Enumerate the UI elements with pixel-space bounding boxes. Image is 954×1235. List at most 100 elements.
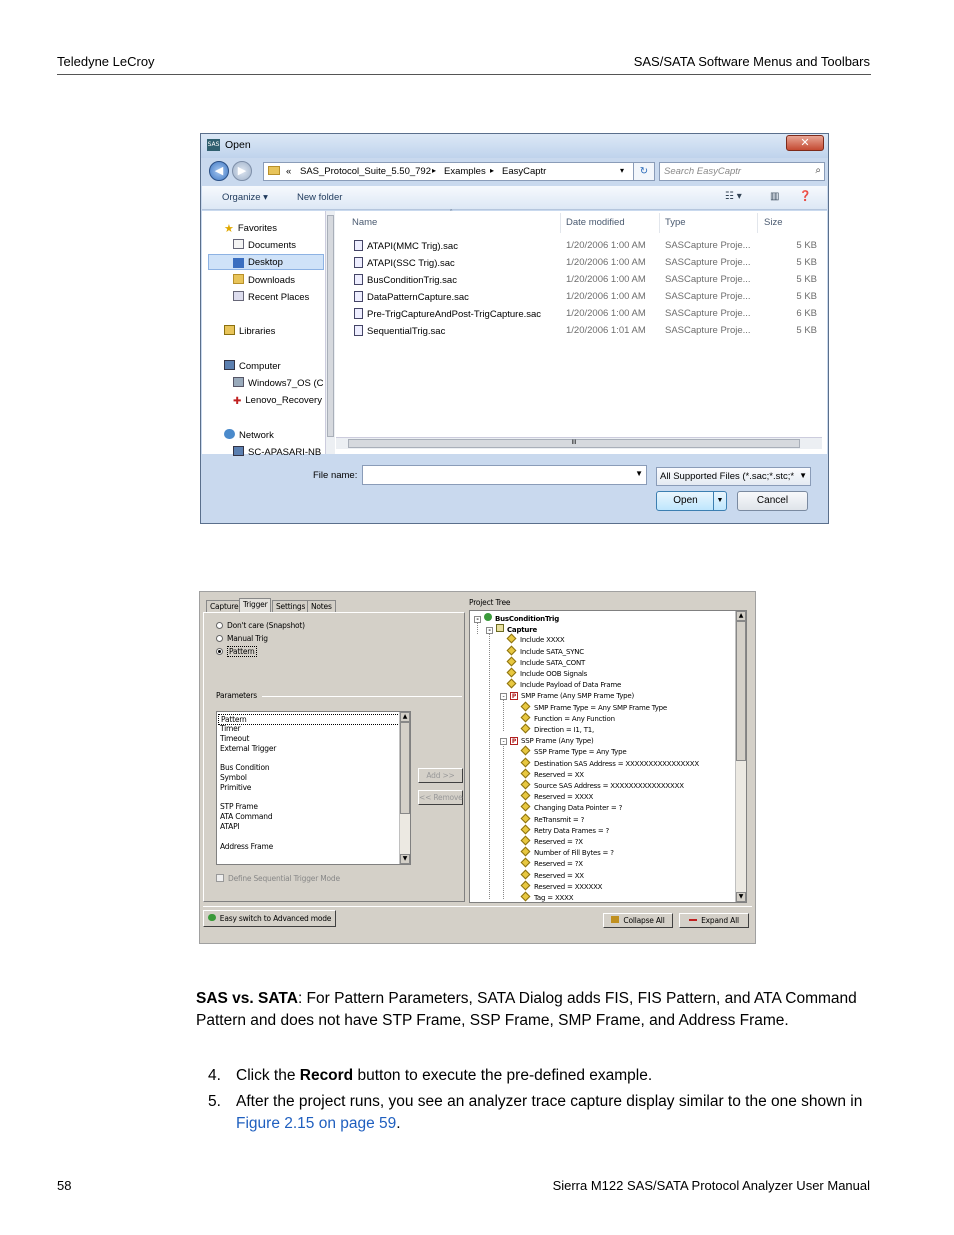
column-header-type[interactable]: Type: [665, 217, 686, 228]
search-icon[interactable]: ⌕: [815, 165, 821, 176]
nav-network[interactable]: Network: [224, 429, 274, 441]
tree-node[interactable]: SSP Frame Type = Any Type: [520, 745, 627, 758]
search-input[interactable]: Search EasyCaptr ⌕: [659, 162, 825, 181]
figure-link[interactable]: Figure 2.15 on page 59: [236, 1115, 396, 1132]
collapse-toggle-icon[interactable]: -: [500, 693, 507, 701]
open-button[interactable]: Open ▼: [656, 491, 727, 511]
file-row[interactable]: Pre-TrigCaptureAndPost-TrigCapture.sac 1…: [336, 306, 822, 323]
tree-node[interactable]: Reserved = ?X: [520, 857, 583, 870]
scroll-down-icon[interactable]: ▼: [736, 892, 746, 902]
tree-node[interactable]: Include XXXX: [506, 633, 565, 646]
collapse-all-button[interactable]: Collapse All: [603, 913, 673, 928]
chevron-down-icon[interactable]: ▾: [620, 166, 624, 175]
column-header-date[interactable]: Date modified: [566, 217, 625, 228]
file-row[interactable]: ATAPI(SSC Trig).sac 1/20/2006 1:00 AM SA…: [336, 255, 822, 272]
tree-node[interactable]: - P SMP Frame (Any SMP Frame Type): [500, 691, 634, 702]
nav-documents[interactable]: Documents: [233, 239, 296, 251]
cancel-button[interactable]: Cancel: [737, 491, 808, 511]
tree-node[interactable]: - BusConditionTrig: [474, 613, 559, 624]
tree-node[interactable]: Number of Fill Bytes = ?: [520, 846, 614, 859]
help-icon[interactable]: ❓: [799, 191, 811, 202]
expand-all-button[interactable]: Expand All: [679, 913, 749, 928]
tree-node[interactable]: - P SSP Frame (Any Type): [500, 736, 594, 747]
tree-node[interactable]: Include SATA_CONT: [506, 656, 585, 669]
tree-node[interactable]: Retry Data Frames = ?: [520, 824, 609, 837]
new-folder-button[interactable]: New folder: [297, 192, 342, 203]
scroll-thumb[interactable]: [327, 215, 334, 437]
tree-node[interactable]: Tag = XXXX: [520, 891, 574, 902]
tree-node[interactable]: Function = Any Function: [520, 712, 615, 725]
scroll-thumb[interactable]: III: [348, 439, 800, 448]
tree-node[interactable]: Reserved = XXXX: [520, 790, 593, 803]
chevron-right-icon[interactable]: ▸: [432, 166, 436, 175]
scroll-up-icon[interactable]: ▲: [400, 712, 410, 722]
tree-node[interactable]: Reserved = XXXXXX: [520, 880, 602, 893]
tree-node[interactable]: Include SATA_SYNC: [506, 645, 584, 658]
address-overflow[interactable]: «: [286, 166, 291, 177]
close-button[interactable]: ✕: [786, 135, 824, 151]
scroll-thumb[interactable]: [736, 621, 746, 761]
easy-switch-button[interactable]: Easy switch to Advanced mode: [203, 910, 336, 927]
tab-capture[interactable]: Capture: [206, 600, 243, 612]
nav-recent-places[interactable]: Recent Places: [233, 291, 309, 303]
address-segment[interactable]: Examples: [444, 166, 486, 177]
list-item[interactable]: Symbol: [220, 773, 247, 782]
column-header-name[interactable]: Name: [352, 217, 377, 228]
list-item[interactable]: ATAPI: [220, 822, 240, 831]
nav-computer[interactable]: Computer: [224, 360, 281, 372]
tree-node[interactable]: Include OOB Signals: [506, 667, 587, 680]
radio-manual-trig[interactable]: Manual Trig: [216, 634, 268, 643]
project-tree[interactable]: - BusConditionTrig - Capture Include XXXX Inc…: [469, 610, 747, 903]
file-name-input[interactable]: ▼: [362, 465, 647, 485]
list-item[interactable]: ATA Command: [220, 812, 273, 821]
file-type-select[interactable]: All Supported Files (*.sac;*.stc;* ▼: [656, 467, 811, 486]
scroll-thumb[interactable]: [400, 722, 410, 814]
collapse-toggle-icon[interactable]: -: [500, 738, 507, 746]
radio-dont-care[interactable]: Don't care (Snapshot): [216, 621, 305, 630]
chevron-down-icon[interactable]: ▼: [635, 469, 643, 478]
tab-notes[interactable]: Notes: [307, 600, 336, 612]
list-item[interactable]: Bus Condition: [220, 763, 270, 772]
tree-node[interactable]: Destination SAS Address = XXXXXXXXXXXXXX…: [520, 757, 699, 770]
tree-node[interactable]: SMP Frame Type = Any SMP Frame Type: [520, 701, 667, 714]
sequential-trigger-checkbox[interactable]: Define Sequential Trigger Mode: [216, 874, 340, 883]
scroll-down-icon[interactable]: ▼: [400, 854, 410, 864]
address-bar[interactable]: « SAS_Protocol_Suite_5.50_792 ▸ Examples…: [263, 162, 649, 181]
view-options-icon[interactable]: ☷ ▾: [725, 191, 742, 202]
file-row[interactable]: SequentialTrig.sac 1/20/2006 1:01 AM SAS…: [336, 323, 822, 340]
back-arrow-icon[interactable]: ◀: [209, 161, 229, 181]
tree-node[interactable]: Direction = I1, T1,: [520, 723, 594, 736]
address-segment[interactable]: SAS_Protocol_Suite_5.50_792: [300, 166, 431, 177]
tree-node[interactable]: Changing Data Pointer = ?: [520, 801, 622, 814]
tree-node[interactable]: Include Payload of Data Frame: [506, 678, 621, 691]
column-header-size[interactable]: Size: [764, 217, 782, 228]
list-item[interactable]: Primitive: [220, 783, 251, 792]
list-item[interactable]: Timeout: [220, 734, 249, 743]
tree-node[interactable]: Reserved = ?X: [520, 835, 583, 848]
tree-scrollbar[interactable]: ▲ ▼: [735, 611, 746, 902]
collapse-toggle-icon[interactable]: -: [474, 616, 481, 623]
refresh-icon[interactable]: ↻: [633, 162, 655, 181]
list-item[interactable]: STP Frame: [220, 802, 258, 811]
radio-pattern[interactable]: Pattern: [216, 646, 257, 657]
tree-node[interactable]: Reserved = XX: [520, 869, 584, 882]
nav-downloads[interactable]: Downloads: [233, 274, 295, 286]
nav-favorites[interactable]: ★ Favorites: [224, 222, 277, 235]
address-segment[interactable]: EasyCaptr: [502, 166, 546, 177]
list-scrollbar[interactable]: ▲ ▼: [399, 712, 410, 864]
tab-settings[interactable]: Settings: [272, 600, 310, 612]
organize-button[interactable]: Organize ▾: [222, 192, 268, 203]
list-item[interactable]: Address Frame: [220, 842, 273, 851]
chevron-right-icon[interactable]: ▸: [490, 166, 494, 175]
file-row[interactable]: DataPatternCapture.sac 1/20/2006 1:00 AM…: [336, 289, 822, 306]
list-item[interactable]: Pattern: [218, 714, 400, 725]
list-item[interactable]: External Trigger: [220, 744, 276, 753]
forward-arrow-icon[interactable]: ▶: [232, 161, 252, 181]
tree-node[interactable]: Reserved = XX: [520, 768, 584, 781]
nav-drive-recovery[interactable]: ✚ Lenovo_Recovery: [233, 395, 322, 407]
horizontal-scrollbar[interactable]: III: [336, 437, 822, 449]
nav-network-pc[interactable]: SC-APASARI-NB: [233, 446, 321, 458]
parameters-list[interactable]: Pattern Timer Timeout External Trigger B…: [216, 711, 411, 865]
tree-node[interactable]: Source SAS Address = XXXXXXXXXXXXXXXX: [520, 779, 684, 792]
tab-trigger[interactable]: Trigger: [239, 598, 272, 612]
